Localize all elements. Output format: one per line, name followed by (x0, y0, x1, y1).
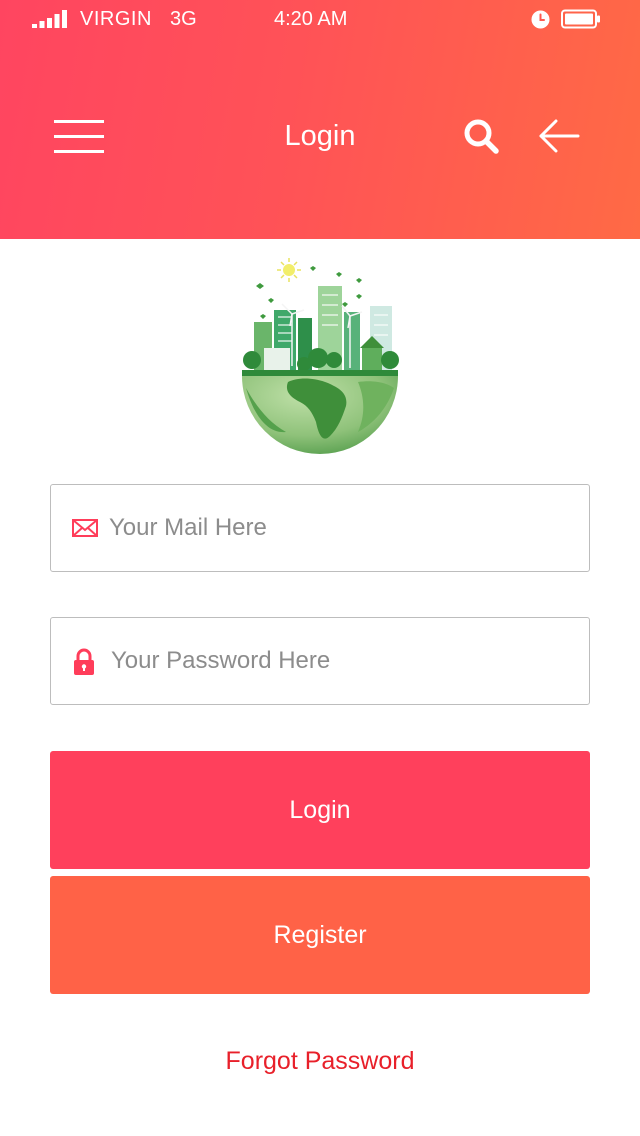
lock-icon (74, 648, 94, 675)
signal-bars-icon (32, 10, 67, 28)
password-field[interactable] (50, 617, 590, 705)
battery-icon (561, 9, 600, 29)
page-title: Login (284, 120, 356, 152)
mail-icon (72, 519, 98, 537)
app-header: VIRGIN 3G 4:20 AM Login (0, 0, 640, 239)
password-input[interactable] (111, 618, 581, 704)
carrier-name: VIRGIN (80, 8, 152, 30)
login-button[interactable]: Login (50, 751, 590, 869)
alarm-clock-icon (531, 10, 550, 29)
register-button[interactable]: Register (50, 876, 590, 994)
network-type: 3G (170, 8, 197, 30)
status-bar: VIRGIN 3G 4:20 AM (0, 0, 640, 40)
back-arrow-icon[interactable] (538, 118, 580, 154)
email-field[interactable] (50, 484, 590, 572)
search-icon[interactable] (462, 117, 500, 155)
hamburger-menu-icon[interactable] (54, 118, 106, 156)
email-input[interactable] (109, 485, 579, 571)
clock-time: 4:20 AM (274, 8, 348, 30)
green-city-globe-logo (242, 258, 399, 454)
forgot-password-link[interactable]: Forgot Password (170, 1047, 470, 1076)
